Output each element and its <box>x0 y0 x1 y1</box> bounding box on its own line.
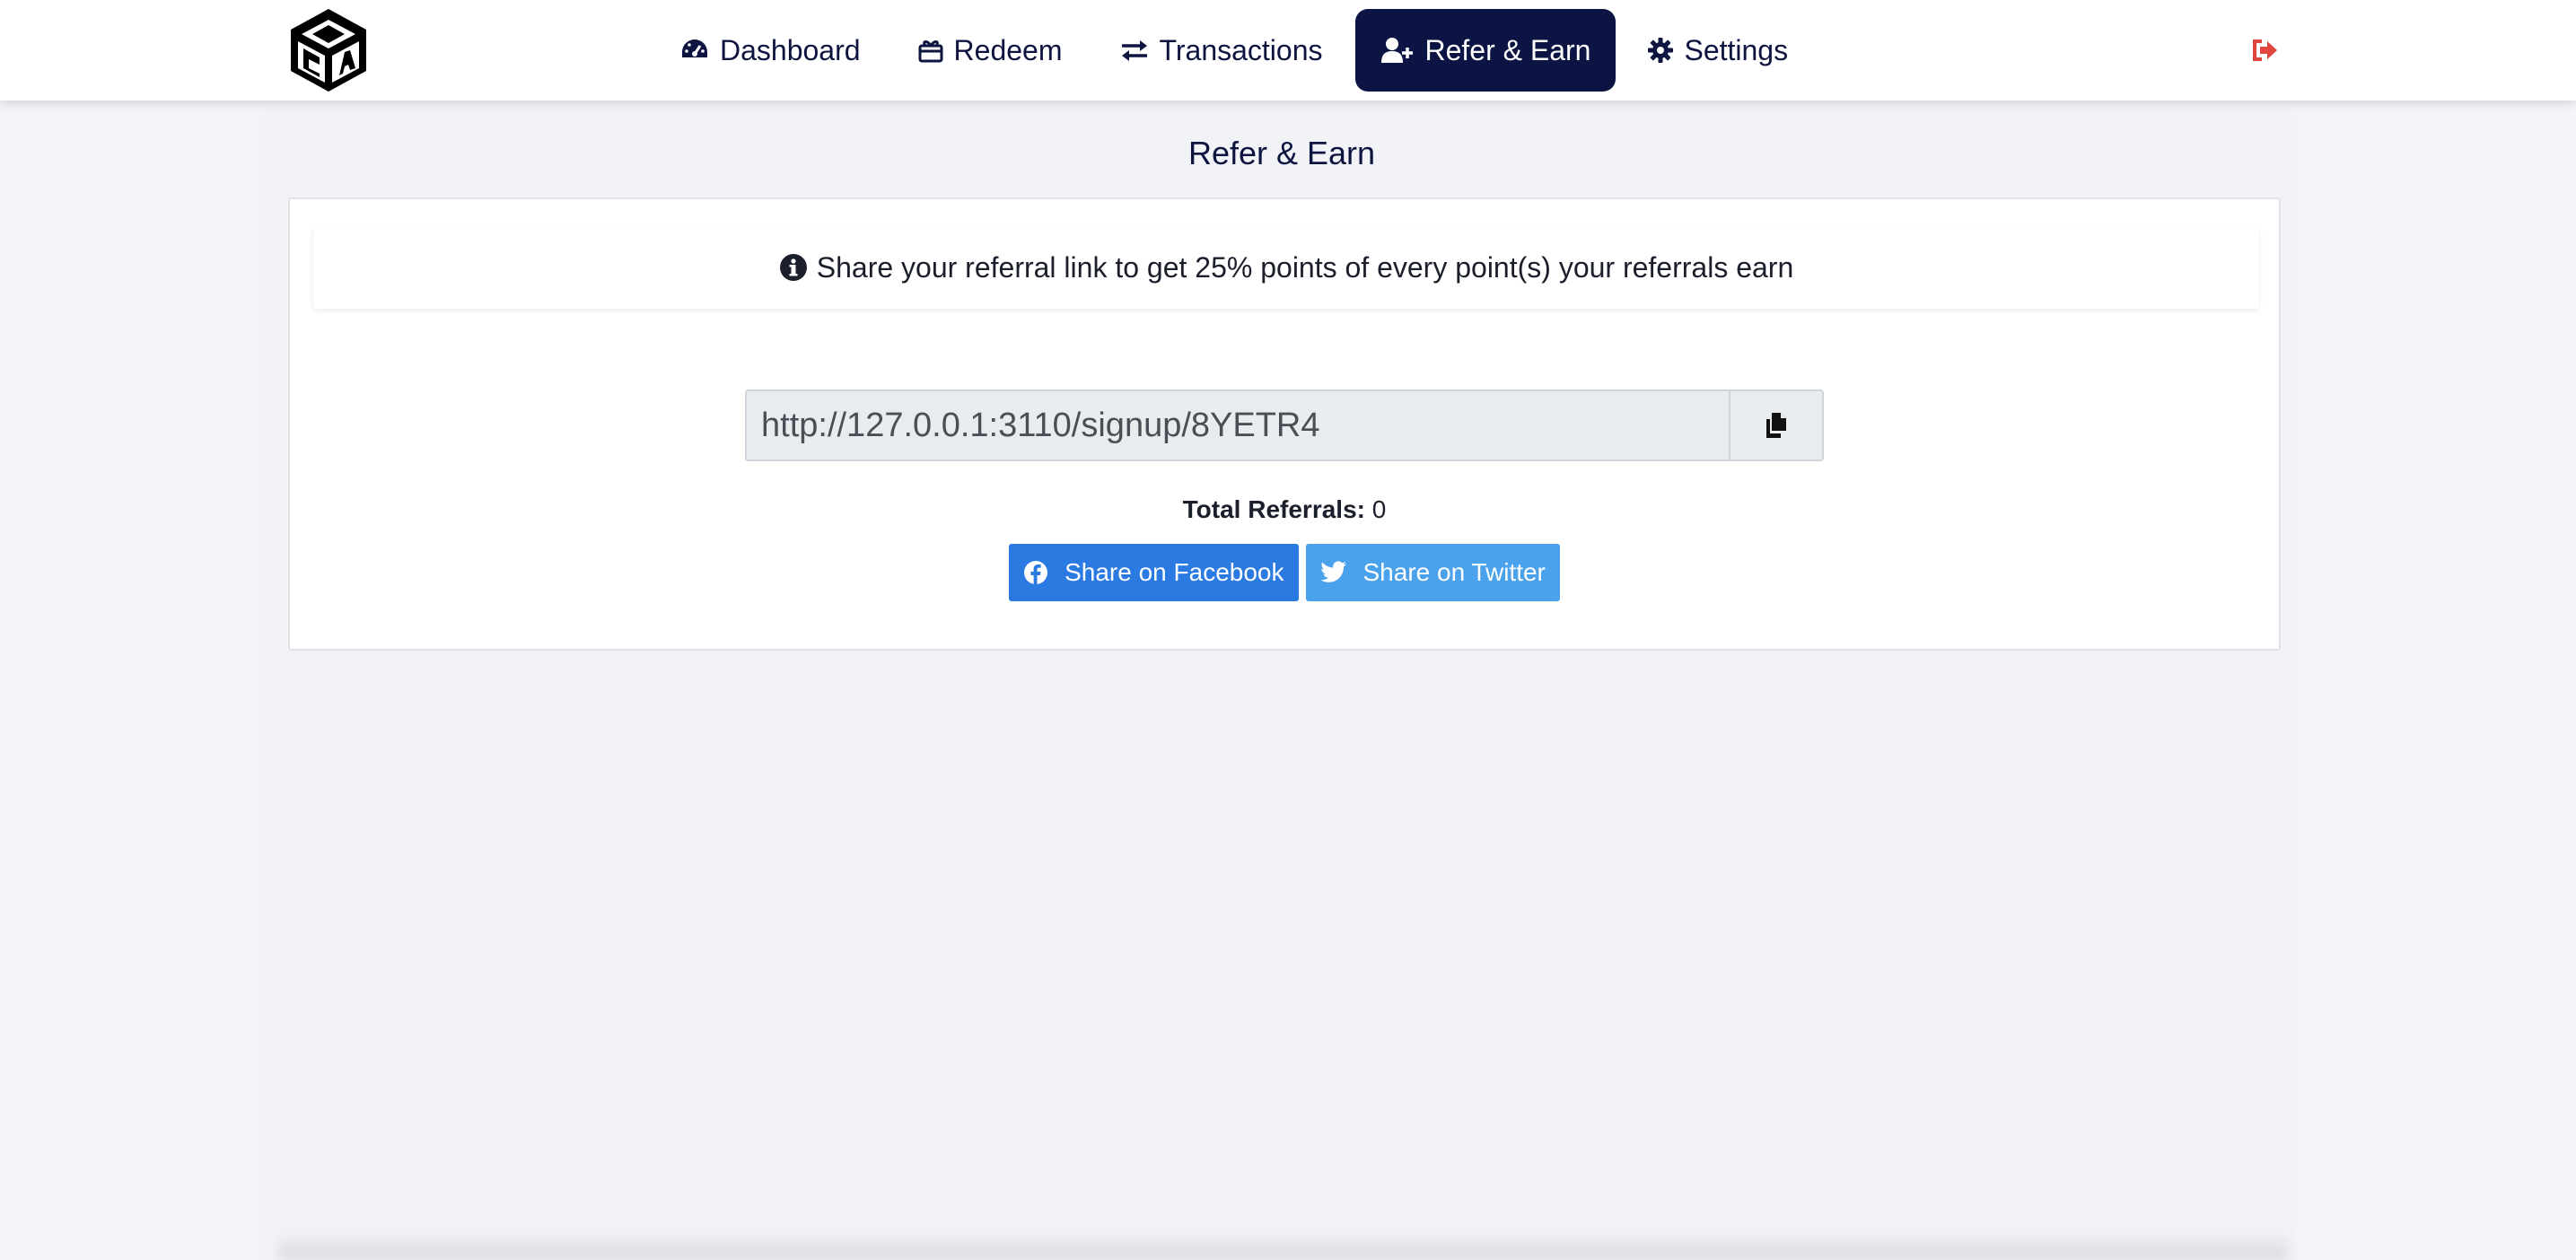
nav-item-dashboard[interactable]: Dashboard <box>655 9 886 92</box>
share-buttons: Share on Facebook Share on Twitter <box>290 544 2279 601</box>
referral-link-group <box>745 389 1824 461</box>
main-nav: Dashboard Redeem Transactions Refer & Ea… <box>655 9 1813 92</box>
top-navbar: Dashboard Redeem Transactions Refer & Ea… <box>0 0 2576 101</box>
logout-button[interactable] <box>2251 36 2280 65</box>
sign-out-icon <box>2253 39 2277 61</box>
facebook-icon <box>1024 561 1048 585</box>
page-title: Refer & Earn <box>1187 135 1376 171</box>
nav-label-dashboard: Dashboard <box>720 33 861 66</box>
nav-item-refer-earn[interactable]: Refer & Earn <box>1354 9 1617 92</box>
referral-info-box: Share your referral link to get 25% poin… <box>313 226 2259 309</box>
nav-item-transactions[interactable]: Transactions <box>1095 9 1348 92</box>
nav-item-settings[interactable]: Settings <box>1623 9 1813 92</box>
gear-icon <box>1648 38 1674 63</box>
copy-link-button[interactable] <box>1729 389 1824 461</box>
share-twitter-label: Share on Twitter <box>1362 558 1546 586</box>
nav-label-transactions: Transactions <box>1159 33 1323 66</box>
total-referrals-value: 0 <box>1371 495 1387 523</box>
referral-link-input[interactable] <box>745 389 1729 461</box>
nav-item-redeem[interactable]: Redeem <box>893 9 1088 92</box>
share-facebook-button[interactable]: Share on Facebook <box>1009 544 1299 601</box>
share-twitter-button[interactable]: Share on Twitter <box>1305 544 1560 601</box>
referral-card: Share your referral link to get 25% poin… <box>288 197 2281 651</box>
exchange-arrows-icon <box>1121 40 1147 61</box>
app-logo[interactable] <box>285 5 372 95</box>
twitter-icon <box>1319 561 1346 582</box>
referral-info-text: Share your referral link to get 25% poin… <box>816 250 1794 284</box>
dashboard-gauge-icon <box>682 39 707 57</box>
share-facebook-label: Share on Facebook <box>1065 558 1284 586</box>
nav-label-refer-earn: Refer & Earn <box>1424 33 1591 66</box>
info-circle-icon <box>779 254 807 281</box>
content-bottom-shadow <box>278 1231 2289 1260</box>
total-referrals: Total Referrals: 0 <box>290 495 2279 524</box>
nav-label-redeem: Redeem <box>953 33 1063 66</box>
redeem-gift-icon <box>918 40 943 63</box>
copy-icon <box>1766 413 1786 438</box>
nav-label-settings: Settings <box>1684 33 1789 66</box>
total-referrals-label: Total Referrals: <box>1182 495 1365 523</box>
user-plus-icon <box>1380 38 1413 63</box>
